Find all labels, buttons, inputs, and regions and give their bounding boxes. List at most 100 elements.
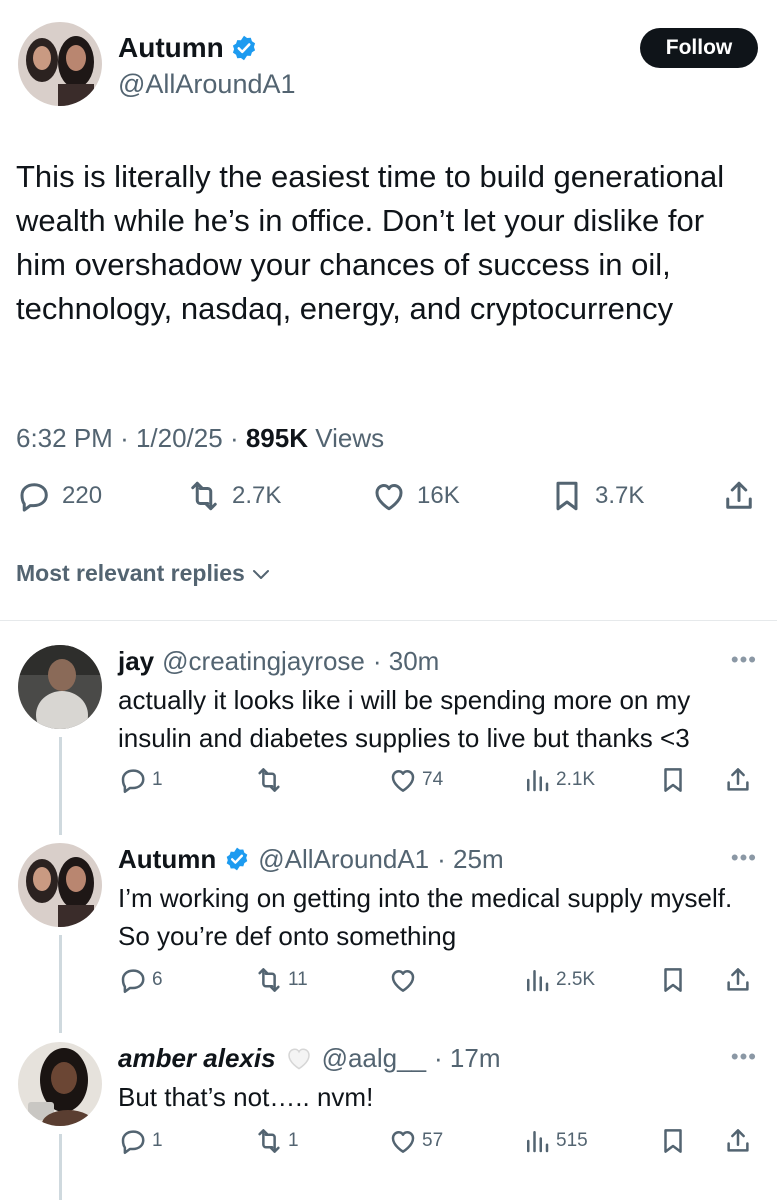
reply-icon: [121, 969, 145, 993]
reply-author-handle[interactable]: @AllAroundA1: [258, 843, 429, 875]
reply-item[interactable]: Autumn @AllAroundA1 · 25m ••• I’m workin…: [0, 843, 777, 1033]
reply-text: But that’s not….. nvm!: [118, 1082, 374, 1112]
tweet-stats-bar: 220 2.7K 16K 3.7K: [16, 478, 761, 526]
avatar-photo-icon: [18, 1042, 102, 1126]
avatar-photo-icon: [18, 22, 102, 106]
like-count: 16K: [417, 482, 460, 509]
reply-item[interactable]: jay @creatingjayrose · 30m ••• actually …: [0, 645, 777, 835]
reply-author-name[interactable]: jay: [118, 645, 154, 677]
reply-count: 1: [152, 769, 163, 790]
author-name[interactable]: Autumn: [118, 32, 224, 64]
share-button[interactable]: [723, 765, 753, 795]
meta-separator: ·: [229, 423, 246, 453]
replies-sort-label: Most relevant replies: [16, 560, 245, 586]
reply-button[interactable]: 1: [118, 765, 163, 795]
views-count: 515: [556, 1130, 588, 1151]
views-bar-chart-icon: [527, 970, 549, 992]
tweet-date[interactable]: 1/20/25: [136, 423, 223, 453]
repost-button[interactable]: 2.7K: [186, 478, 281, 514]
bookmark-icon: [664, 968, 682, 992]
author-block: Autumn @AllAroundA1: [118, 32, 296, 100]
repost-icon: [258, 968, 280, 992]
views-label: Views: [315, 423, 385, 453]
bookmark-icon: [664, 768, 682, 792]
views-bar-chart-icon: [527, 1131, 549, 1153]
chevron-down-icon: [252, 569, 269, 579]
thread-line: [59, 935, 62, 1033]
reply-icon: [121, 769, 145, 793]
avatar[interactable]: [18, 22, 102, 106]
reply-count: 220: [62, 482, 103, 509]
reply-time[interactable]: · 30m: [373, 645, 439, 677]
views-button[interactable]: 2.5K: [522, 965, 595, 995]
reply-button[interactable]: 220: [16, 478, 102, 514]
like-button[interactable]: [388, 965, 422, 995]
share-icon: [727, 968, 749, 991]
views-count: 895K: [245, 423, 308, 453]
avatar-photo-icon: [18, 843, 102, 927]
like-count: 57: [422, 1130, 444, 1151]
like-button[interactable]: 74: [388, 765, 443, 795]
bookmark-icon: [556, 481, 578, 511]
repost-button[interactable]: [254, 765, 288, 795]
reply-button[interactable]: 6: [118, 965, 163, 995]
avatar[interactable]: [18, 645, 102, 729]
avatar[interactable]: [18, 1042, 102, 1126]
reply-time[interactable]: · 25m: [437, 843, 503, 875]
reply-actions: 1 74 2.1K: [118, 765, 763, 799]
bookmark-button[interactable]: 3.7K: [549, 478, 644, 514]
repost-icon: [258, 1129, 280, 1153]
views-button[interactable]: 515: [522, 1126, 588, 1156]
bookmark-count: 3.7K: [595, 482, 645, 509]
verified-badge-icon: [224, 846, 250, 872]
reply-icon: [121, 1130, 145, 1154]
share-button[interactable]: [723, 965, 753, 995]
like-button[interactable]: 16K: [371, 478, 460, 514]
author-handle[interactable]: @AllAroundA1: [118, 68, 296, 100]
views-count: 2.1K: [556, 769, 596, 790]
reply-author-name[interactable]: amber alexis: [118, 1042, 276, 1074]
views-button[interactable]: 2.1K: [522, 765, 595, 795]
repost-button[interactable]: 11: [254, 965, 308, 995]
share-button[interactable]: [723, 1126, 753, 1156]
repost-icon: [258, 768, 280, 792]
reply-author-handle[interactable]: @aalg__: [322, 1042, 426, 1074]
tweet-time[interactable]: 6:32 PM: [16, 423, 113, 453]
thread-line: [59, 737, 62, 835]
bookmark-button[interactable]: [658, 765, 688, 795]
replies-sort-dropdown[interactable]: Most relevant replies: [16, 560, 273, 587]
thread-line: [59, 1134, 62, 1200]
views-count: 2.5K: [556, 969, 596, 990]
avatar-photo-icon: [18, 645, 102, 729]
reply-count: 6: [152, 969, 163, 990]
share-icon: [727, 1129, 749, 1152]
bookmark-button[interactable]: [658, 1126, 688, 1156]
views-bar-chart-icon: [527, 770, 549, 792]
like-count: 74: [422, 769, 444, 790]
avatar[interactable]: [18, 843, 102, 927]
repost-count: 2.7K: [232, 482, 282, 509]
more-options-icon[interactable]: •••: [731, 647, 757, 673]
like-button[interactable]: 57: [388, 1126, 443, 1156]
reply-button[interactable]: 1: [118, 1126, 163, 1156]
reply-author-handle[interactable]: @creatingjayrose: [162, 645, 365, 677]
reply-actions: 1 1 57 515: [118, 1126, 763, 1160]
divider: [0, 620, 777, 621]
reply-actions: 6 11 2.5K: [118, 965, 763, 999]
more-options-icon[interactable]: •••: [731, 845, 757, 871]
heart-icon: [391, 1131, 415, 1153]
reply-author-name[interactable]: Autumn: [118, 843, 216, 875]
bookmark-button[interactable]: [658, 965, 688, 995]
repost-button[interactable]: 1: [254, 1126, 299, 1156]
follow-button[interactable]: Follow: [640, 28, 758, 68]
reply-time[interactable]: · 17m: [434, 1042, 500, 1074]
reply-item[interactable]: amber alexis @aalg__ · 17m ••• But that’…: [0, 1042, 777, 1200]
reply-icon: [20, 483, 48, 512]
more-options-icon[interactable]: •••: [731, 1044, 757, 1070]
tweet-text: This is literally the easiest time to bu…: [16, 159, 725, 326]
reply-header: jay @creatingjayrose · 30m: [118, 645, 439, 677]
repost-count: 11: [288, 969, 308, 990]
share-button[interactable]: [721, 478, 757, 514]
tweet-header: Autumn @AllAroundA1 Follow: [18, 22, 758, 112]
bookmark-icon: [664, 1129, 682, 1153]
